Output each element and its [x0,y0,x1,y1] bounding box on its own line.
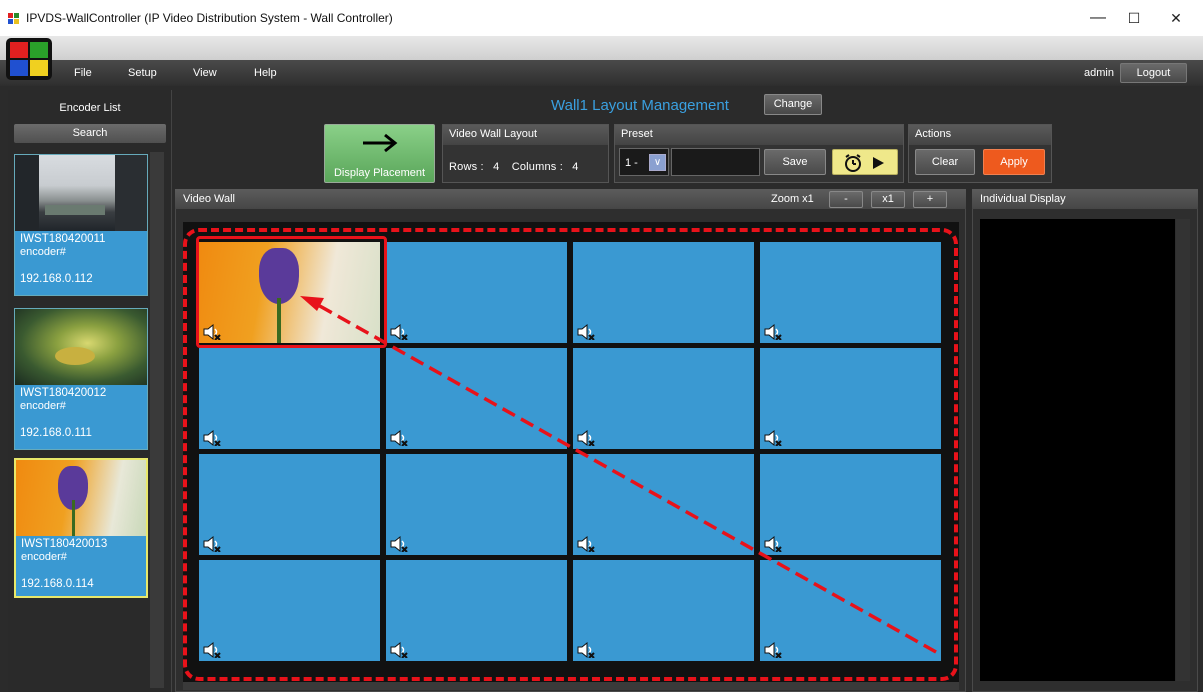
encoder-ip: 192.168.0.111 [20,427,92,439]
video-wall-scrollbar[interactable] [183,682,959,690]
encoder-card[interactable]: IWST180420011 encoder# 192.168.0.112 [14,154,148,296]
video-wall-layout-group: Video Wall Layout Rows : 4 Columns : 4 [442,124,609,183]
encoder-type: encoder# [21,551,67,563]
close-button[interactable]: ✕ [1161,4,1191,32]
logo-icon [6,38,52,80]
layout-dimensions: Rows : 4 Columns : 4 [449,161,579,173]
encoder-ip: 192.168.0.114 [21,578,94,590]
clear-button[interactable]: Clear [915,149,975,175]
preset-title: Preset [615,125,903,145]
encoder-name: IWST180420012 [20,387,107,399]
rows-value: 4 [493,161,500,173]
logout-button[interactable]: Logout [1120,63,1187,83]
encoder-thumbnail [16,460,146,536]
rows-label: Rows : [449,161,484,173]
maximize-button[interactable]: ☐ [1119,4,1149,32]
individual-display-header: Individual Display [972,189,1198,209]
menu-setup[interactable]: Setup [128,67,157,79]
display-placement-button[interactable]: Display Placement [324,124,435,183]
zoom-in-button[interactable]: + [913,191,947,208]
preset-number-select[interactable]: 1 - ∨ [619,148,669,176]
menu-bar: File Setup View Help admin [0,60,1203,86]
zoom-out-button[interactable]: - [829,191,863,208]
actions-title: Actions [909,125,1051,145]
encoder-type: encoder# [20,246,66,258]
encoder-card-selected[interactable]: IWST180420013 encoder# 192.168.0.114 [14,458,148,598]
video-wall-title: Video Wall [183,193,235,205]
individual-display-preview[interactable] [980,219,1175,681]
save-button[interactable]: Save [764,149,826,175]
individual-display-title: Individual Display [980,193,1066,205]
encoder-thumbnail [15,309,147,385]
encoder-card[interactable]: IWST180420012 encoder# 192.168.0.111 [14,308,148,450]
video-wall-layout-title: Video Wall Layout [443,125,608,145]
encoder-list-title: Encoder List [59,102,121,114]
logo-strip [0,36,1203,60]
user-name: admin [1084,67,1114,79]
search-button[interactable]: Search [14,124,166,143]
change-button[interactable]: Change [764,94,822,115]
alarm-clock-icon [845,154,861,172]
title-bar: IPVDS-WallController (IP Video Distribut… [0,0,1203,36]
preset-number: 1 - [625,157,638,169]
encoder-ip: 192.168.0.112 [20,273,93,285]
encoder-name: IWST180420011 [20,233,106,245]
zoom-reset-button[interactable]: x1 [871,191,905,208]
window-title: IPVDS-WallController (IP Video Distribut… [26,11,393,25]
encoder-thumbnail [15,155,147,231]
encoder-list-scrollbar[interactable] [150,152,164,688]
display-placement-label: Display Placement [333,167,426,179]
individual-display-scrollbar[interactable] [1176,219,1190,681]
encoder-name: IWST180420013 [21,538,108,550]
menu-help[interactable]: Help [254,67,277,79]
app-icon [8,13,19,24]
minimize-button[interactable]: — [1083,4,1113,32]
cell-highlight-annotation [196,236,387,348]
encoder-type: encoder# [20,400,66,412]
arrow-right-icon [363,133,398,153]
apply-button[interactable]: Apply [983,149,1045,175]
play-icon [873,157,884,169]
menu-view[interactable]: View [193,67,217,79]
zoom-label: Zoom x1 [771,193,814,205]
columns-label: Columns : [511,161,564,173]
columns-value: 4 [572,161,579,173]
preset-name-input[interactable] [671,148,760,176]
page-title: Wall1 Layout Management [551,97,729,114]
schedule-play-button[interactable] [832,149,898,175]
dropdown-icon[interactable]: ∨ [649,154,666,171]
menu-file[interactable]: File [74,67,92,79]
